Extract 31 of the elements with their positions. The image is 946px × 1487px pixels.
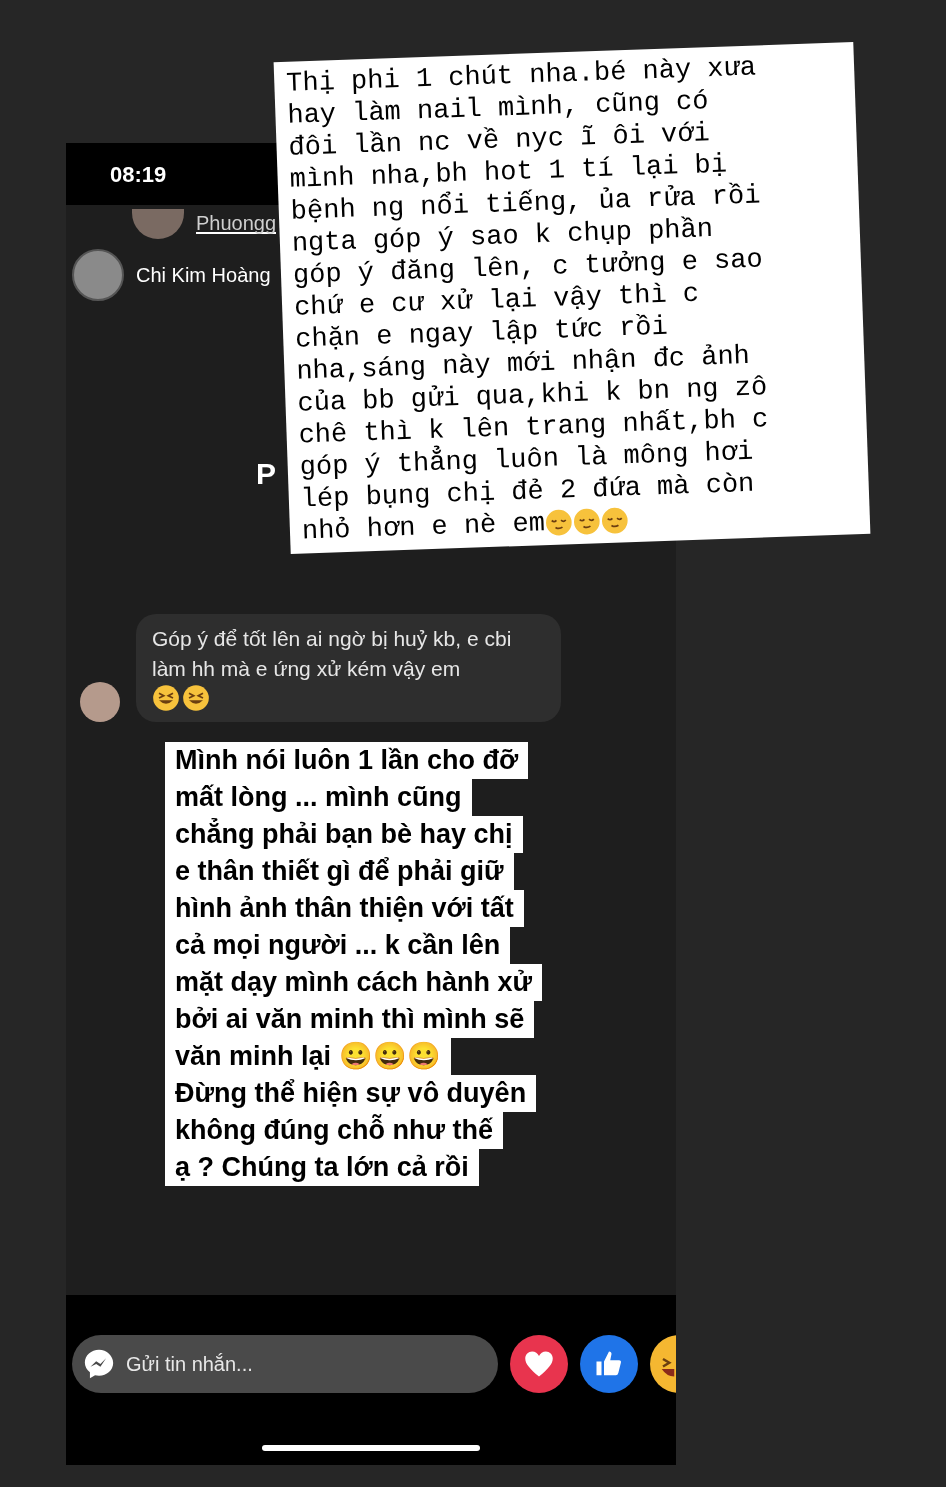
caption-line: chẳng phải bạn bè hay chị [175,817,513,851]
laughing-face-icon [182,684,210,712]
viewer-name: Phuongg [196,214,277,234]
caption-line: ạ ? Chúng ta lớn cả rồi [175,1151,469,1184]
caption-line: bởi ai văn minh thì mình sẽ [175,1003,525,1036]
caption-line: mất lòng ... mình cũng [175,781,462,814]
message-input[interactable]: Gửi tin nhắn... [72,1335,498,1393]
status-time: 08:19 [110,160,167,189]
caption-line: mặt dạy mình cách hành xử [175,966,533,999]
caption-line: hình ảnh thân thiện với tất [175,892,514,925]
sender-avatar [80,682,120,722]
relieved-face-icon [572,507,602,537]
laughing-face-icon [152,684,180,712]
heart-reaction-button[interactable] [510,1335,568,1393]
caption-line: e thân thiết gì để phải giữ [175,855,504,888]
heart-icon [524,1350,554,1378]
caption-line: cả mọi người ... k cần lên [175,929,501,962]
avatar [132,209,184,239]
avatar [72,249,124,301]
message-field[interactable]: Gửi tin nhắn... [126,1349,486,1379]
caption-line: văn minh lại 😀😀😀 [175,1040,441,1073]
messenger-icon [82,1347,116,1381]
relieved-face-icon [544,508,574,538]
message-text: Góp ý để tốt lên ai ngờ bị huỷ kb, e cbi làm hh mà e ứng xử kém vậy em [152,626,513,682]
caption-line: Đừng thể hiện sự vô duyên [175,1077,527,1110]
caption-line: không đúng chỗ như thế [175,1113,493,1147]
viewer-name: Chi Kim Hoàng [136,263,271,288]
relieved-face-icon [600,506,630,536]
profile-name: P [256,457,276,490]
like-reaction-button[interactable] [580,1335,638,1393]
caption-line: Mình nói luôn 1 lần cho đỡ [175,744,519,777]
